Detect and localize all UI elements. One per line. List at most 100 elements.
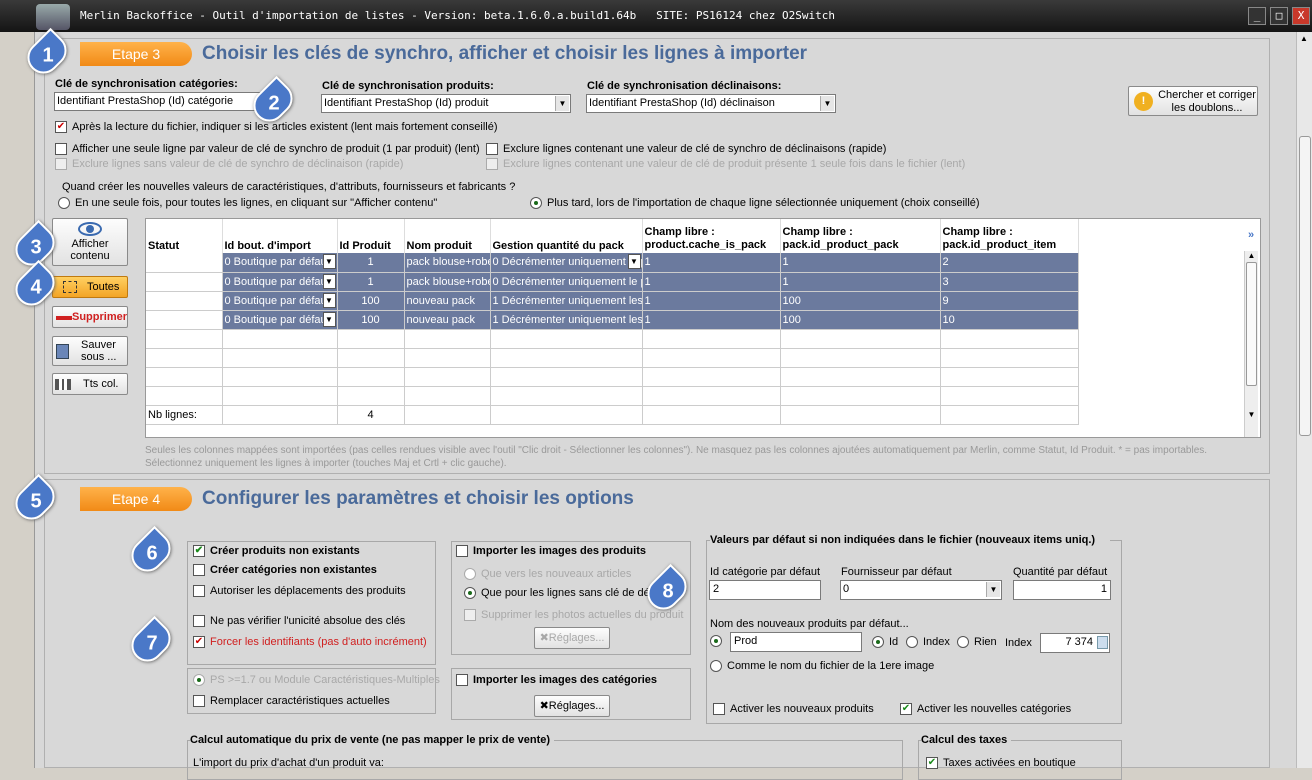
radio-no-decl[interactable]: Que pour les lignes sans clé de déclinai… [464,587,664,600]
table-cell[interactable]: 1 [642,310,781,330]
opt-exclude-decl[interactable]: Exclure lignes contenant une valeur de c… [486,143,886,156]
save-as-button[interactable]: Sauver sous ... [52,336,128,366]
radio-name-none[interactable]: Rien [957,636,997,649]
col-header-id-produit[interactable]: Id Produit [337,219,405,253]
chevron-down-icon[interactable]: ▼ [322,292,336,308]
table-cell[interactable]: 1 [642,291,781,311]
table-cell[interactable]: nouveau pack [404,291,491,311]
table-cell[interactable]: 1 Décrémenter uniquement les produits [490,310,643,330]
table-cell[interactable]: 100 [780,291,941,311]
opt-activate-products[interactable]: Activer les nouveaux produits [713,703,874,716]
opt-create-products[interactable]: ✔ Créer produits non existants [193,545,360,558]
default-supplier-select[interactable]: 0 ▼ [840,580,1002,600]
close-button[interactable]: X [1292,7,1310,25]
opt-no-unicity[interactable]: Ne pas vérifier l'unicité absolue des cl… [193,615,405,628]
table-cell[interactable]: 0 Décrémenter uniquement le pack [490,272,643,292]
radio-name-filename[interactable]: Comme le nom du fichier de la 1ere image [710,660,935,673]
maximize-button[interactable]: □ [1270,7,1288,25]
table-row[interactable]: N'existe pas 0 Boutique par défaut ▼ 100 … [146,291,1079,311]
table-cell[interactable]: 1 [337,253,405,273]
table-cell[interactable]: 100 [780,310,941,330]
table-cell[interactable]: nouveau pack [404,310,491,330]
table-cell[interactable]: 1 [642,272,781,292]
table-cell[interactable]: 1 [642,253,781,273]
opt-taxes-enabled[interactable]: ✔ Taxes activées en boutique [926,757,1076,770]
table-cell[interactable]: 2 [940,253,1079,273]
show-content-button[interactable]: Afficher contenu [52,218,128,266]
table-cell[interactable]: 3 [940,272,1079,292]
category-images-settings-button[interactable]: ✖Réglages... [534,695,610,717]
find-duplicates-button[interactable]: ! Chercher et corriger les doublons... [1128,86,1258,116]
radio-name-id[interactable]: Id [872,636,898,649]
opt-allow-move[interactable]: Autoriser les déplacements des produits [193,585,406,598]
table-cell[interactable]: 0 Boutique par défaut ▼ [222,310,338,330]
col-header-id-boutique[interactable]: Id bout. d'import [222,219,338,253]
table-cell[interactable]: 1 [780,253,941,273]
prod-sync-select[interactable]: Identifiant PrestaShop (Id) produit ▼ [321,94,571,113]
col-header-cache-is-pack[interactable]: Champ libre : product.cache_is_pack [642,219,781,253]
radio-all-at-once[interactable]: En une seule fois, pour toutes les ligne… [58,197,437,210]
table-cell[interactable]: 1 [780,272,941,292]
table-cell[interactable]: 100 [337,291,405,311]
table-cell[interactable]: 0 Boutique par défaut ▼ [222,272,338,292]
scroll-up-icon[interactable]: ▲ [1300,34,1308,43]
col-header-id-product-pack[interactable]: Champ libre : pack.id_product_pack [780,219,941,253]
chevron-down-icon[interactable]: ▼ [627,254,641,269]
table-cell[interactable]: 9 [940,291,1079,311]
table-cell[interactable]: 0 Décrémenter uniquement le pack▼ [490,253,643,273]
table-cell[interactable]: 1 Décrémenter uniquement les produits [490,291,643,311]
chevron-down-icon[interactable]: ▼ [322,254,336,269]
radio-name-prod[interactable] [710,635,727,648]
table-cell[interactable]: pack blouse+robe [404,253,491,273]
chevron-down-icon[interactable]: ▼ [322,311,336,327]
table-row[interactable]: N'existe pas 0 Boutique par défaut ▼ 100 … [146,310,1079,330]
chevron-down-icon[interactable]: ▼ [322,273,336,289]
opt-import-product-images[interactable]: Importer les images des produits [456,545,646,558]
cat-sync-select[interactable]: Identifiant PrestaShop (Id) catégorie [54,92,270,111]
opt-activate-categories[interactable]: ✔ Activer les nouvelles catégories [900,703,1071,716]
product-images-settings-button: ✖Réglages... [534,627,610,649]
table-cell[interactable]: 100 [337,310,405,330]
radio-name-index[interactable]: Index [906,636,950,649]
col-header-nom-produit[interactable]: Nom produit [404,219,491,253]
default-supplier-value: 0 [843,583,850,595]
table-scroll-thumb[interactable] [1246,262,1257,386]
table-scrollbar[interactable]: ▲ ▼ [1244,251,1258,437]
table-row[interactable]: Existe 0 Boutique par défaut ▼ 1 pack blo… [146,272,1079,292]
opt-delete-photos: Supprimer les photos actuelles du produi… [464,609,683,622]
expand-icon[interactable]: » [1248,229,1254,241]
radio-icon [58,197,70,210]
opt-one-line[interactable]: Afficher une seule ligne par valeur de c… [55,143,480,156]
decl-sync-select[interactable]: Identifiant PrestaShop (Id) déclinaison ▼ [586,94,836,113]
opt-import-category-images[interactable]: Importer les images des catégories [456,674,657,687]
import-table[interactable]: Statut Id bout. d'import Id Produit Nom … [145,218,1261,438]
delete-button[interactable]: Supprimer [52,306,128,328]
table-cell[interactable]: pack blouse+robe [404,272,491,292]
col-header-id-product-item[interactable]: Champ libre : pack.id_product_item [940,219,1079,253]
opt-replace-features[interactable]: Remplacer caractéristiques actuelles [193,695,390,708]
default-name-input[interactable]: Prod [730,632,862,652]
main-scrollbar[interactable]: ▲ [1296,32,1312,768]
table-cell[interactable]: 1 [337,272,405,292]
radio-name-filename-label: Comme le nom du fichier de la 1ere image [727,660,935,672]
table-cell[interactable]: 0 Boutique par défaut ▼ [222,253,338,273]
scroll-down-icon[interactable]: ▼ [1245,410,1258,419]
scrollbar-thumb[interactable] [1299,136,1311,436]
table-cell[interactable]: 0 Boutique par défaut ▼ [222,291,338,311]
opt-create-categories[interactable]: Créer catégories non existantes [193,564,377,577]
col-header-statut[interactable]: Statut [146,219,223,253]
calculator-icon[interactable] [1097,636,1108,649]
opt-check-exist[interactable]: ✔ Après la lecture du fichier, indiquer s… [55,121,498,134]
table-row[interactable]: Existe 0 Boutique par défaut ▼ 1 pack blo… [146,253,1079,273]
opt-force-ids[interactable]: ✔ Forcer les identifiants (pas d'auto inc… [193,636,427,649]
default-quantity-input[interactable]: 1 [1013,580,1111,600]
table-cell[interactable]: 10 [940,310,1079,330]
scroll-up-icon[interactable]: ▲ [1245,251,1258,260]
select-all-button[interactable]: Toutes [52,276,128,298]
minimize-button[interactable]: _ [1248,7,1266,25]
default-category-input[interactable]: 2 [709,580,821,600]
radio-later[interactable]: Plus tard, lors de l'importation de chaq… [530,197,980,210]
col-header-gestion-qte[interactable]: Gestion quantité du pack [490,219,643,253]
checkbox-checked-icon: ✔ [926,757,938,770]
all-columns-button[interactable]: Tts col. [52,373,128,395]
